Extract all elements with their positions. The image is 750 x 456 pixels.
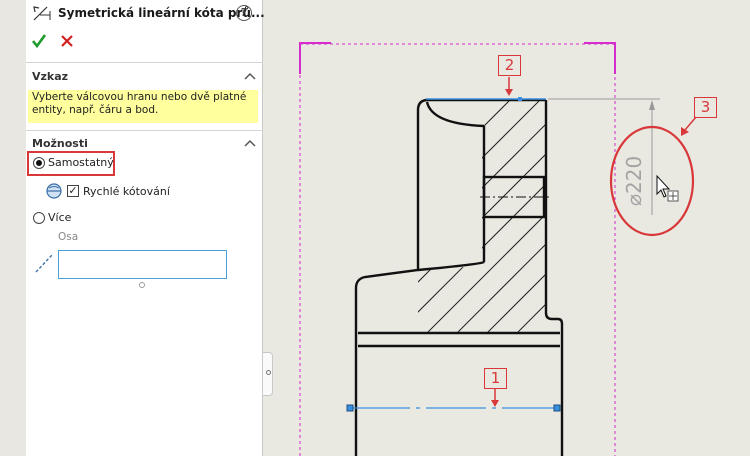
resize-handle[interactable] <box>139 282 145 288</box>
single-radio[interactable] <box>33 157 45 169</box>
section-divider <box>26 62 263 63</box>
message-section-title: Vzkaz <box>32 70 69 83</box>
panel-title: Symetrická lineární kóta prů... <box>58 6 265 20</box>
axis-endpoint-right <box>553 404 561 412</box>
property-manager-panel: Symetrická lineární kóta prů... ? Vzkaz … <box>26 0 265 456</box>
axis-caption: Osa <box>58 231 79 243</box>
section-divider <box>26 130 263 131</box>
section-hatching <box>418 100 546 333</box>
splitter-grip-icon <box>266 370 271 375</box>
quick-dimension-checkbox[interactable]: ✓ <box>67 185 79 197</box>
symmetric-linear-dimension-icon <box>33 6 51 21</box>
left-strip <box>0 0 26 456</box>
diameter-dimension-text: ⌀220 <box>622 156 646 206</box>
mouse-cursor-icon <box>656 174 679 202</box>
quick-dimension-label[interactable]: Rychlé kótování <box>83 185 170 198</box>
chevron-up-icon[interactable] <box>244 139 256 147</box>
close-icon[interactable] <box>59 33 75 49</box>
sheet-frame <box>299 42 616 456</box>
callout-arrows <box>491 77 697 407</box>
part-outline <box>354 98 564 456</box>
multiple-radio-label[interactable]: Více <box>48 211 71 224</box>
panel-title-row: Symetrická lineární kóta prů... ? <box>26 0 265 28</box>
axis-endpoint-left <box>346 404 354 412</box>
hint-line-1: Vyberte válcovou hranu nebo dvě platné <box>32 91 247 103</box>
hint-message: Vyberte válcovou hranu nebo dvě platné e… <box>28 90 258 123</box>
quick-dimension-icon <box>46 183 62 199</box>
callout-2: 2 <box>498 55 521 76</box>
callout-1: 1 <box>484 368 507 389</box>
multiple-radio[interactable] <box>33 212 45 224</box>
edge-midpoint-marker <box>518 97 522 101</box>
hint-line-2: entity, např. čáru a bod. <box>32 104 159 116</box>
callout-3: 3 <box>694 97 717 118</box>
chevron-up-icon[interactable] <box>244 72 256 80</box>
checkmark-icon[interactable] <box>31 33 47 49</box>
single-radio-label[interactable]: Samostatný <box>48 156 114 169</box>
axis-selection-icon <box>35 254 53 273</box>
axis-selection-field[interactable] <box>58 250 227 279</box>
options-section-title: Možnosti <box>32 137 88 150</box>
help-icon[interactable]: ? <box>236 5 252 21</box>
